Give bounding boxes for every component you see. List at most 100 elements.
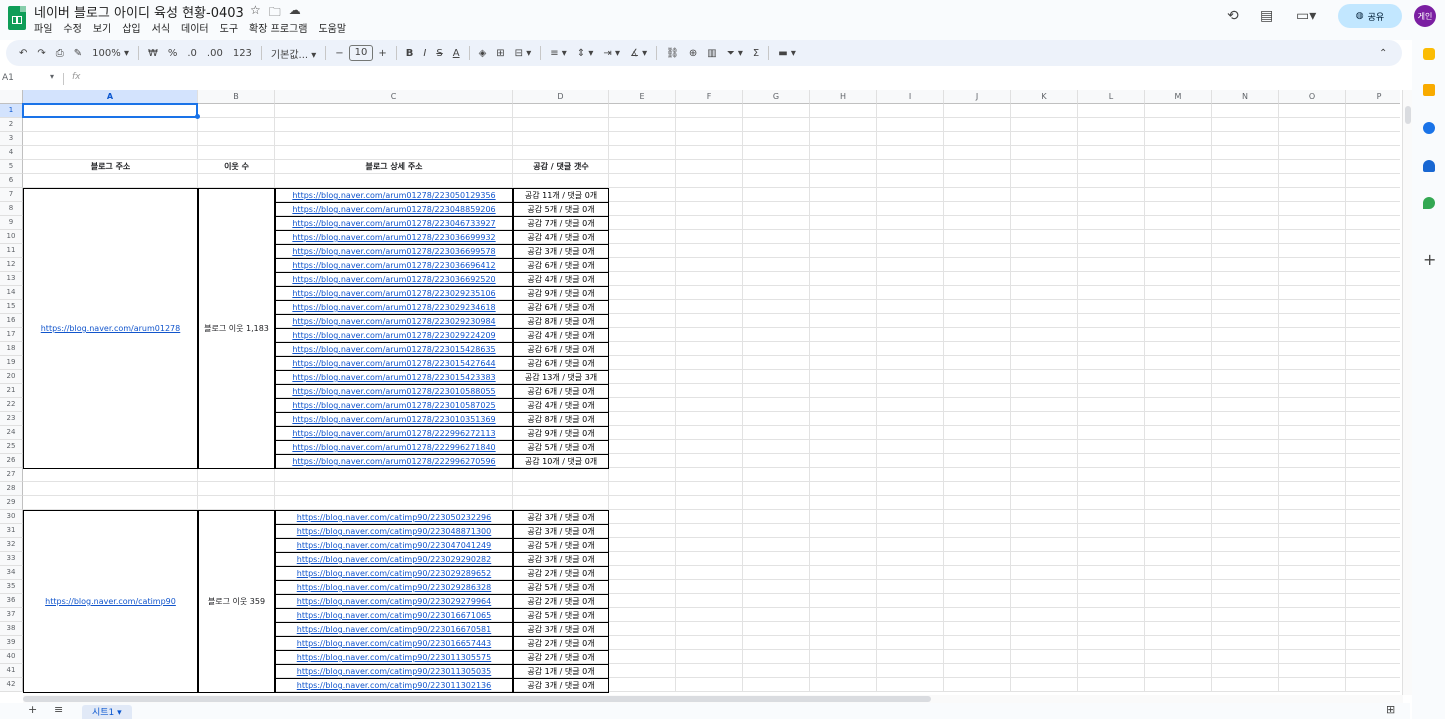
post-url-cell[interactable]: https://blog.naver.com/arum01278/2230366… [275, 244, 513, 259]
engagement-count-cell[interactable]: 공감 3개 / 댓글 0개 [513, 678, 609, 693]
engagement-count-cell[interactable]: 공감 5개 / 댓글 0개 [513, 580, 609, 595]
row-header[interactable]: 15 [0, 300, 23, 314]
neighbor-count-cell[interactable]: 블로그 이웃 1,183 [198, 188, 275, 469]
row-header[interactable]: 1 [0, 104, 23, 118]
avatar[interactable]: 게인 [1414, 5, 1436, 27]
explore-icon[interactable]: ⊞ [1386, 703, 1395, 716]
engagement-count-cell[interactable]: 공감 6개 / 댓글 0개 [513, 356, 609, 371]
post-url-cell[interactable]: https://blog.naver.com/catimp90/22301130… [275, 664, 513, 679]
fill-handle[interactable] [195, 114, 200, 119]
post-url-cell[interactable]: https://blog.naver.com/catimp90/22304887… [275, 524, 513, 539]
menu-item[interactable]: 보기 [93, 20, 111, 35]
comment-icon[interactable]: ▤ [1260, 8, 1273, 24]
blog-address-cell[interactable]: https://blog.naver.com/catimp90 [23, 510, 198, 693]
contacts-icon[interactable] [1423, 160, 1435, 172]
menu-item[interactable]: 도움말 [318, 20, 346, 35]
post-url-cell[interactable]: https://blog.naver.com/catimp90/22302929… [275, 552, 513, 567]
column-header-n[interactable]: N [1212, 90, 1279, 104]
column-header-i[interactable]: I [877, 90, 944, 104]
vertical-scrollbar[interactable] [1402, 90, 1412, 695]
column-header-b[interactable]: B [198, 90, 275, 104]
row-header[interactable]: 4 [0, 146, 23, 160]
row-header[interactable]: 25 [0, 440, 23, 454]
post-url-cell[interactable]: https://blog.naver.com/arum01278/2230292… [275, 300, 513, 315]
column-header-j[interactable]: J [944, 90, 1011, 104]
document-title[interactable]: 네이버 블로그 아이디 육성 현황-0403 [34, 2, 244, 21]
row-header[interactable]: 11 [0, 244, 23, 258]
engagement-count-cell[interactable]: 공감 3개 / 댓글 0개 [513, 244, 609, 259]
row-header[interactable]: 8 [0, 202, 23, 216]
row-header[interactable]: 26 [0, 454, 23, 468]
row-header[interactable]: 13 [0, 272, 23, 286]
engagement-count-cell[interactable]: 공감 8개 / 댓글 0개 [513, 412, 609, 427]
row-header[interactable]: 2 [0, 118, 23, 132]
post-url-cell[interactable]: https://blog.naver.com/catimp90/22301667… [275, 608, 513, 623]
column-header-g[interactable]: G [743, 90, 810, 104]
engagement-count-cell[interactable]: 공감 7개 / 댓글 0개 [513, 216, 609, 231]
bold-button[interactable]: B [401, 48, 419, 59]
row-header[interactable]: 30 [0, 510, 23, 524]
functions-button[interactable]: Σ [748, 48, 764, 59]
post-url-cell[interactable]: https://blog.naver.com/arum01278/2230292… [275, 328, 513, 343]
post-url-cell[interactable]: https://blog.naver.com/catimp90/22302928… [275, 566, 513, 581]
engagement-count-cell[interactable]: 공감 10개 / 댓글 0개 [513, 454, 609, 469]
row-header[interactable]: 40 [0, 650, 23, 664]
column-header-k[interactable]: K [1011, 90, 1078, 104]
post-url-cell[interactable]: https://blog.naver.com/arum01278/2230292… [275, 286, 513, 301]
post-url-cell[interactable]: https://blog.naver.com/catimp90/22304704… [275, 538, 513, 553]
post-url-cell[interactable]: https://blog.naver.com/catimp90/22305023… [275, 510, 513, 525]
engagement-count-cell[interactable]: 공감 6개 / 댓글 0개 [513, 258, 609, 273]
currency-format-button[interactable]: ₩ [143, 48, 163, 59]
undo-icon[interactable]: ↶ [14, 48, 32, 59]
column-header-h[interactable]: H [810, 90, 877, 104]
engagement-count-cell[interactable]: 공감 2개 / 댓글 0개 [513, 636, 609, 651]
share-button[interactable]: ◍ 공유 [1338, 4, 1402, 28]
tasks-icon[interactable] [1423, 122, 1435, 134]
row-header[interactable]: 37 [0, 608, 23, 622]
row-header[interactable]: 27 [0, 468, 23, 482]
print-icon[interactable]: ⎙ [51, 48, 69, 59]
post-url-cell[interactable]: https://blog.naver.com/catimp90/22301130… [275, 650, 513, 665]
post-url-cell[interactable]: https://blog.naver.com/arum01278/2230292… [275, 314, 513, 329]
decrease-decimal-button[interactable]: .0 [182, 48, 202, 59]
engagement-count-cell[interactable]: 공감 1개 / 댓글 0개 [513, 664, 609, 679]
post-url-cell[interactable]: https://blog.naver.com/arum01278/2230488… [275, 202, 513, 217]
post-url-cell[interactable]: https://blog.naver.com/arum01278/2230105… [275, 398, 513, 413]
filter-icon[interactable]: ⏷ ▾ [722, 48, 748, 59]
select-all-corner[interactable] [0, 90, 23, 104]
add-on-plus-icon[interactable]: + [1423, 250, 1436, 269]
engagement-count-cell[interactable]: 공감 9개 / 댓글 0개 [513, 426, 609, 441]
post-url-cell[interactable]: https://blog.naver.com/arum01278/2229962… [275, 454, 513, 469]
row-header[interactable]: 28 [0, 482, 23, 496]
engagement-count-cell[interactable]: 공감 4개 / 댓글 0개 [513, 328, 609, 343]
blog-address-cell[interactable]: https://blog.naver.com/arum01278 [23, 188, 198, 469]
engagement-count-cell[interactable]: 공감 11개 / 댓글 0개 [513, 188, 609, 203]
font-size-input[interactable]: 10 [348, 45, 374, 61]
text-wrap-icon[interactable]: ⇥ ▾ [598, 48, 625, 59]
row-header[interactable]: 14 [0, 286, 23, 300]
column-header-e[interactable]: E [609, 90, 676, 104]
engagement-count-cell[interactable]: 공감 5개 / 댓글 0개 [513, 538, 609, 553]
menu-item[interactable]: 파일 [34, 20, 52, 35]
engagement-count-cell[interactable]: 공감 6개 / 댓글 0개 [513, 384, 609, 399]
collapse-menu-icon[interactable]: ⌃ [1374, 48, 1392, 59]
row-header[interactable]: 36 [0, 594, 23, 608]
column-header-c[interactable]: C [275, 90, 513, 104]
header-cell-c[interactable]: 블로그 상세 주소 [275, 160, 513, 173]
engagement-count-cell[interactable]: 공감 5개 / 댓글 0개 [513, 608, 609, 623]
engagement-count-cell[interactable]: 공감 2개 / 댓글 0개 [513, 650, 609, 665]
post-url-cell[interactable]: https://blog.naver.com/arum01278/2230154… [275, 370, 513, 385]
column-header-m[interactable]: M [1145, 90, 1212, 104]
row-header[interactable]: 35 [0, 580, 23, 594]
add-sheet-icon[interactable]: + [28, 703, 37, 716]
engagement-count-cell[interactable]: 공감 3개 / 댓글 0개 [513, 622, 609, 637]
strikethrough-button[interactable]: S [431, 48, 447, 59]
menu-item[interactable]: 확장 프로그램 [249, 20, 307, 35]
font-family-select[interactable]: 기본값... ▾ [266, 46, 321, 61]
column-header-a[interactable]: A [23, 90, 198, 104]
maps-icon[interactable] [1423, 197, 1435, 209]
post-url-cell[interactable]: https://blog.naver.com/arum01278/2229962… [275, 440, 513, 455]
row-header[interactable]: 7 [0, 188, 23, 202]
increase-decimal-button[interactable]: .00 [202, 48, 228, 59]
column-header-o[interactable]: O [1279, 90, 1346, 104]
